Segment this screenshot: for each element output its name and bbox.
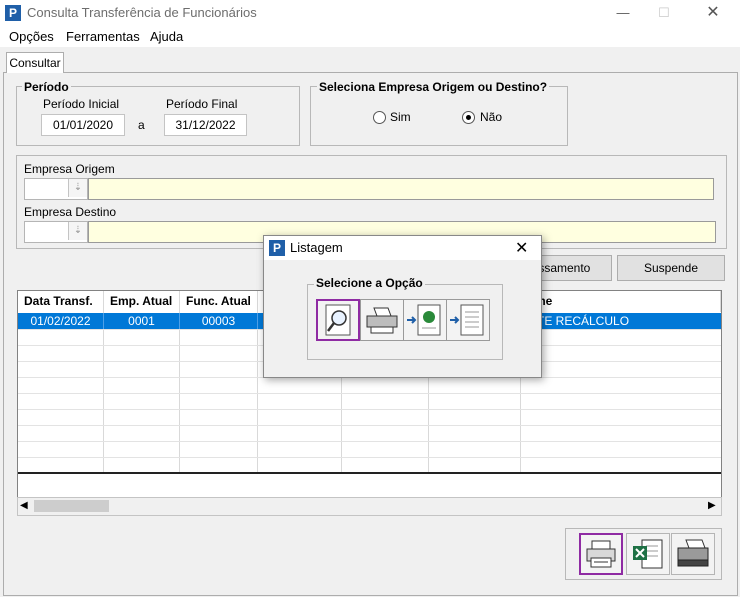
dropdown-arrow-icon[interactable]: ⇣ (68, 179, 87, 197)
printer-large-icon (677, 539, 709, 567)
radio-sim-label: Sim (390, 110, 411, 124)
column-header[interactable]: Data Transf. (18, 291, 104, 312)
minimize-button[interactable]: — (600, 0, 646, 26)
empresa-origem-code[interactable]: ⇣ (24, 178, 88, 200)
export-web-button[interactable] (403, 299, 447, 341)
row-divider (18, 425, 721, 426)
column-header[interactable]: me (521, 291, 721, 312)
horizontal-scrollbar[interactable]: ◀ ▶ (17, 497, 722, 516)
menu-ferramentas[interactable]: Ferramentas (66, 29, 140, 44)
export-web-icon (407, 304, 441, 336)
periodo-separator: a (138, 118, 145, 132)
table-cell: 00003 (180, 313, 258, 329)
menu-opcoes[interactable]: Opções (9, 29, 54, 44)
grid-line (179, 312, 180, 472)
seleciona-legend: Seleciona Empresa Origem ou Destino? (317, 80, 550, 94)
table-cell: TE RECÁLCULO (537, 314, 630, 328)
printer-icon (366, 307, 398, 334)
table-cell: 01/02/2022 (18, 313, 104, 329)
empresa-destino-code[interactable]: ⇣ (24, 221, 88, 243)
row-divider (18, 393, 721, 394)
scroll-left-icon[interactable]: ◀ (20, 500, 28, 511)
periodo-inicial-input[interactable]: 01/01/2020 (41, 114, 125, 136)
suspende-button[interactable]: Suspende (617, 255, 725, 281)
dialog-title-bar: P Listagem ✕ (264, 236, 541, 260)
print-button[interactable] (579, 533, 623, 575)
grid-footer-line (18, 472, 721, 474)
table-cell: 0001 (104, 313, 180, 329)
menu-ajuda[interactable]: Ajuda (150, 29, 183, 44)
printer-button[interactable] (671, 533, 715, 575)
listagem-dialog: P Listagem ✕ Selecione a Opção (263, 235, 542, 378)
empresa-destino-label: Empresa Destino (24, 205, 117, 219)
radio-sim[interactable] (373, 111, 386, 124)
row-divider (18, 457, 721, 458)
excel-icon (633, 539, 663, 569)
preview-button[interactable] (316, 299, 360, 341)
seleciona-group (310, 86, 568, 146)
print-option-button[interactable] (360, 299, 404, 341)
app-icon: P (269, 240, 285, 256)
periodo-legend: Período (22, 80, 71, 94)
empresa-origem-label: Empresa Origem (24, 162, 115, 176)
periodo-final-input[interactable]: 31/12/2022 (164, 114, 247, 136)
grid-line (257, 312, 258, 472)
title-bar: P Consulta Transferência de Funcionários… (0, 0, 740, 26)
scroll-thumb[interactable] (34, 500, 109, 512)
app-icon: P (5, 5, 21, 21)
radio-nao-label: Não (480, 110, 503, 124)
periodo-final-label: Período Final (166, 97, 238, 111)
row-divider (18, 409, 721, 410)
tab-consultar[interactable]: Consultar (6, 52, 64, 73)
maximize-button[interactable]: ☐ (641, 0, 687, 26)
close-button[interactable]: ✕ (690, 0, 736, 26)
dialog-title: Listagem (290, 240, 343, 255)
option-legend: Selecione a Opção (314, 276, 425, 290)
print-icon (586, 540, 616, 568)
menu-bar: Opções Ferramentas Ajuda (0, 26, 740, 47)
column-header[interactable]: Func. Atual (180, 291, 258, 312)
dialog-close-button[interactable]: ✕ (515, 238, 528, 258)
grid-line (103, 312, 104, 472)
preview-icon (325, 304, 351, 336)
periodo-inicial-label: Período Inicial (43, 97, 120, 111)
row-divider (18, 441, 721, 442)
window-title: Consulta Transferência de Funcionários (27, 5, 257, 20)
column-header[interactable]: Emp. Atual (104, 291, 180, 312)
dropdown-arrow-icon[interactable]: ⇣ (68, 222, 87, 240)
export-file-icon (450, 304, 484, 336)
export-file-button[interactable] (446, 299, 490, 341)
radio-nao[interactable] (462, 111, 475, 124)
excel-export-button[interactable] (626, 533, 670, 575)
scroll-right-icon[interactable]: ▶ (708, 500, 716, 511)
empresa-origem-name[interactable] (88, 178, 714, 200)
